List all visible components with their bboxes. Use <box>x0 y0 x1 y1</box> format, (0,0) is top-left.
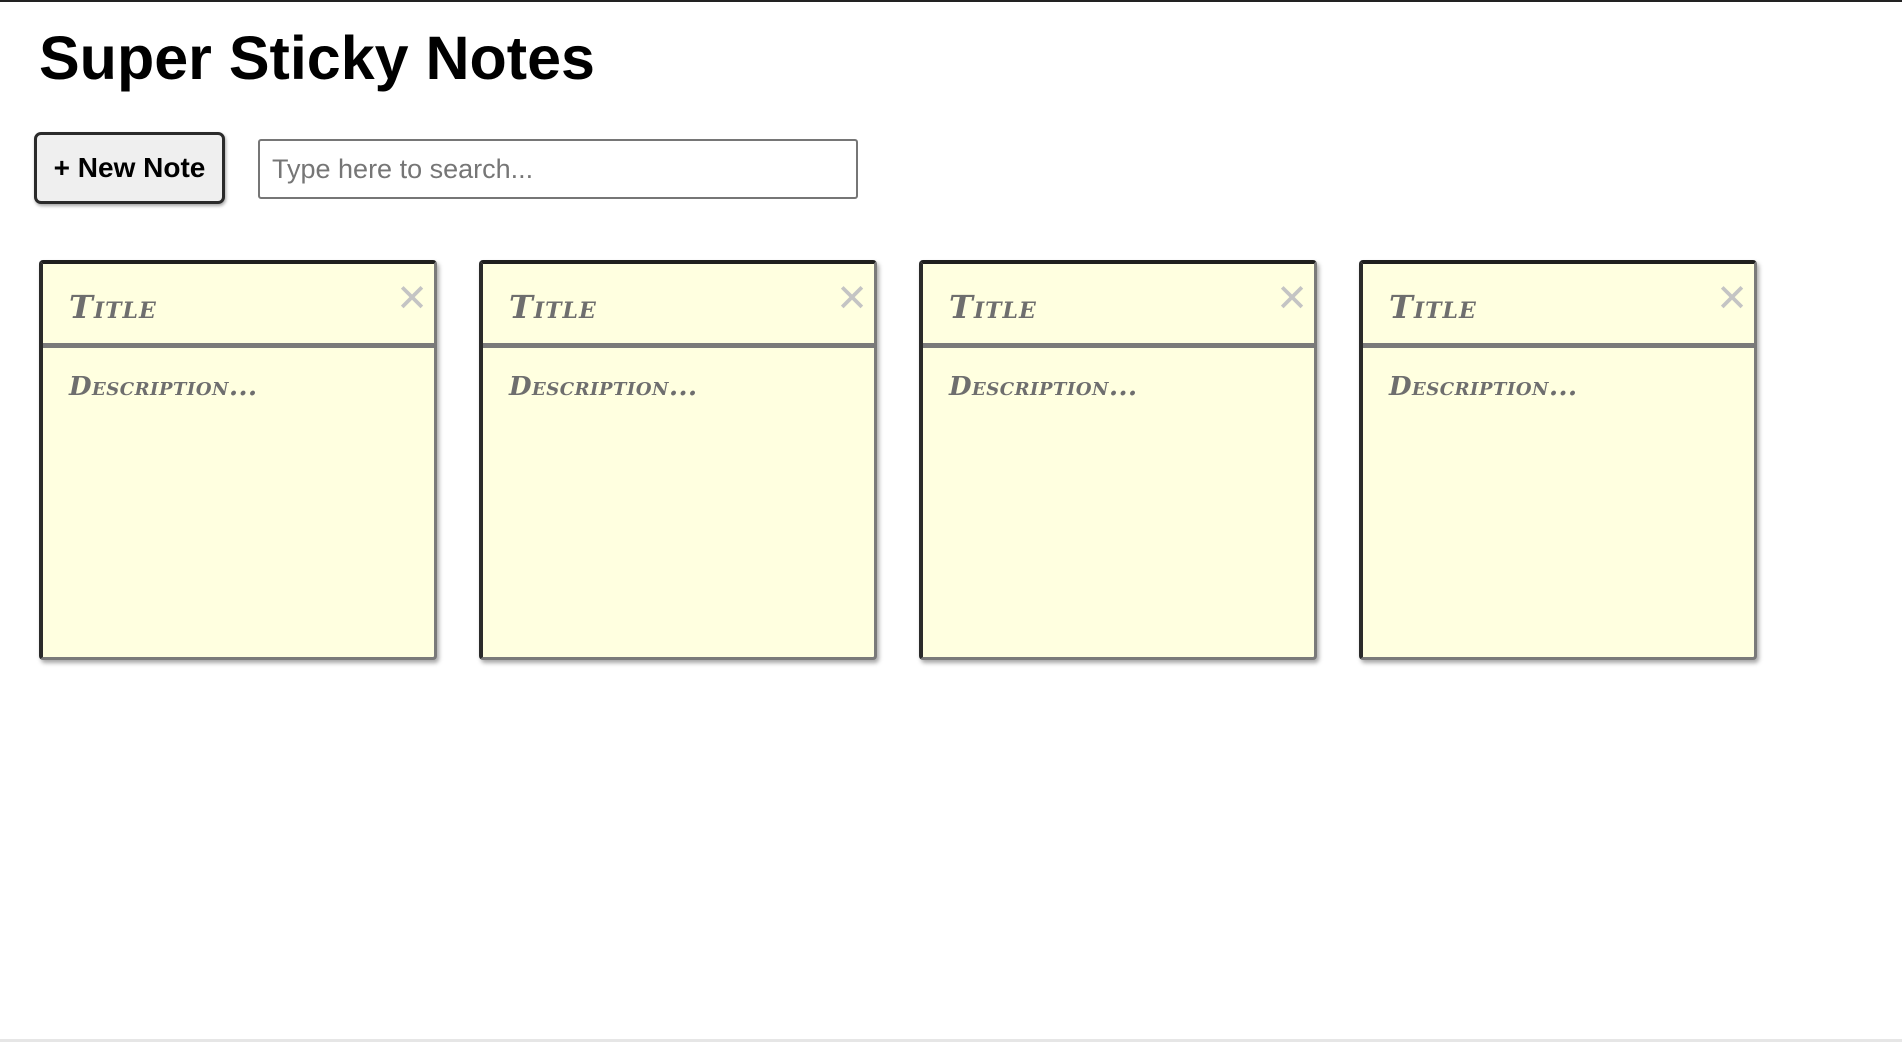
note-title[interactable]: Title <box>1389 288 1477 326</box>
note-description[interactable]: Description... <box>69 372 258 402</box>
new-note-button[interactable]: + New Note <box>34 132 225 204</box>
note-header: Title ✕ <box>923 264 1314 348</box>
note-title[interactable]: Title <box>949 288 1037 326</box>
note-title[interactable]: Title <box>509 288 597 326</box>
note-description[interactable]: Description... <box>949 372 1138 402</box>
close-icon[interactable]: ✕ <box>396 278 428 318</box>
note-description[interactable]: Description... <box>509 372 698 402</box>
close-icon[interactable]: ✕ <box>1716 278 1748 318</box>
search-input[interactable] <box>258 139 858 199</box>
note-header: Title ✕ <box>483 264 874 348</box>
notes-board: Title ✕ Description... Title ✕ Descripti… <box>39 260 1839 660</box>
app-root: Super Sticky Notes + New Note Title ✕ De… <box>0 0 1902 1042</box>
close-icon[interactable]: ✕ <box>1276 278 1308 318</box>
note-card: Title ✕ Description... <box>1359 260 1757 660</box>
note-description[interactable]: Description... <box>1389 372 1578 402</box>
note-title[interactable]: Title <box>69 288 157 326</box>
note-header: Title ✕ <box>43 264 434 348</box>
close-icon[interactable]: ✕ <box>836 278 868 318</box>
note-card: Title ✕ Description... <box>479 260 877 660</box>
page-title: Super Sticky Notes <box>39 24 595 92</box>
note-header: Title ✕ <box>1363 264 1754 348</box>
note-card: Title ✕ Description... <box>39 260 437 660</box>
note-card: Title ✕ Description... <box>919 260 1317 660</box>
